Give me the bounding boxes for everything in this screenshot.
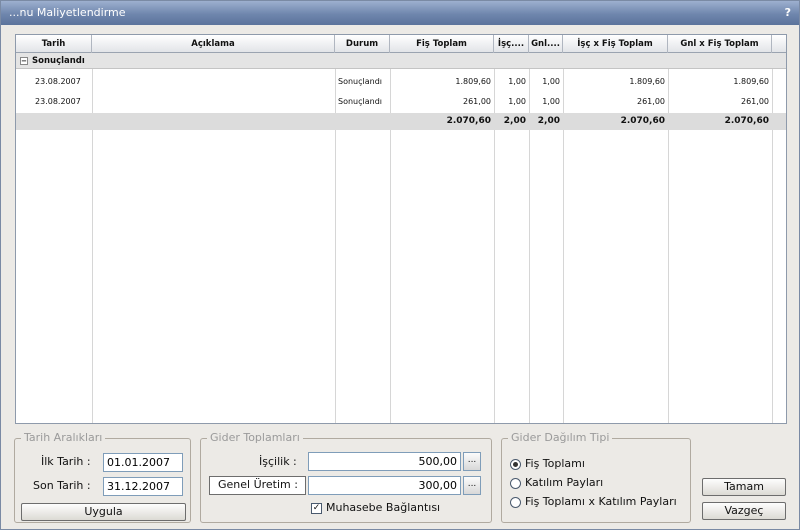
cell-aciklama <box>92 73 335 90</box>
column-header-iscilik[interactable]: İşç.... <box>494 35 529 53</box>
column-header-tarih[interactable]: Tarih <box>16 35 92 53</box>
window-title: ...nu Maliyetlendirme <box>9 6 126 19</box>
radio-label-fis-x-katilim: Fiş Toplamı x Katılım Payları <box>525 495 677 508</box>
expense-totals-legend: Gider Toplamları <box>207 432 303 444</box>
column-header-aciklama[interactable]: Açıklama <box>92 35 335 53</box>
radio-katilim-paylari[interactable] <box>510 478 521 489</box>
accounting-label: Muhasebe Bağlantısı <box>326 501 441 514</box>
cell-fis-toplam: 1.809,60 <box>455 77 491 86</box>
radio-fis-toplami[interactable] <box>510 459 521 470</box>
apply-button[interactable]: Uygula <box>21 503 186 521</box>
general-production-label: Genel Üretim : <box>218 478 298 491</box>
labor-label: İşçilik : <box>259 455 297 468</box>
cell-durum: Sonuçlandı <box>338 77 383 86</box>
radio-label-fis-toplami: Fiş Toplamı <box>525 457 585 470</box>
start-date-input[interactable] <box>103 453 183 472</box>
end-date-label: Son Tarih : <box>33 479 91 492</box>
grid-header: Tarih Açıklama Durum Fiş Toplam İşç.... … <box>16 35 786 53</box>
accounting-checkbox[interactable]: ✓ <box>311 503 322 514</box>
column-header-isc-x-fis[interactable]: İşç x Fiş Toplam <box>563 35 668 53</box>
cell-tarih: 23.08.2007 <box>35 97 81 106</box>
cell-tarih: 23.08.2007 <box>35 77 81 86</box>
cell-isc-x-fis: 1.809,60 <box>629 77 665 86</box>
cell-gnl-x-fis: 261,00 <box>741 97 769 106</box>
general-ellipsis-button[interactable]: ... <box>463 476 481 495</box>
distribution-legend: Gider Dağılım Tipi <box>508 432 613 444</box>
cell-aciklama <box>92 93 335 110</box>
column-header-gnl-x-fis[interactable]: Gnl x Fiş Toplam <box>668 35 772 53</box>
total-iscilik: 2,00 <box>503 116 526 126</box>
cell-fis-toplam: 261,00 <box>463 97 491 106</box>
date-range-legend: Tarih Aralıkları <box>21 432 106 444</box>
table-row[interactable]: 23.08.2007 Sonuçlandı 1.809,60 1,00 1,00… <box>16 73 786 90</box>
total-fis-toplam: 2.070,60 <box>446 116 491 126</box>
labor-ellipsis-button[interactable]: ... <box>463 452 481 471</box>
start-date-label: İlk Tarih : <box>41 455 91 468</box>
group-label: Sonuçlandı <box>32 56 85 66</box>
labor-input[interactable] <box>308 452 461 471</box>
cell-gnl-x-fis: 1.809,60 <box>733 77 769 86</box>
cell-genel: 1,00 <box>542 97 560 106</box>
column-header-genel[interactable]: Gnl.... <box>529 35 563 53</box>
cell-iscilik: 1,00 <box>508 77 526 86</box>
cell-durum: Sonuçlandı <box>338 97 383 106</box>
totals-row: 2.070,60 2,00 2,00 2.070,60 2.070,60 <box>16 113 786 130</box>
general-production-input[interactable] <box>308 476 461 495</box>
help-icon[interactable]: ? <box>785 1 791 25</box>
cell-genel: 1,00 <box>542 77 560 86</box>
ok-button[interactable]: Tamam <box>702 478 786 496</box>
distribution-type-group: Gider Dağılım Tipi Fiş Toplamı Katılım P… <box>501 432 691 523</box>
column-header-fis-toplam[interactable]: Fiş Toplam <box>390 35 494 53</box>
table-row[interactable]: 23.08.2007 Sonuçlandı 261,00 1,00 1,00 2… <box>16 93 786 110</box>
costing-window: ...nu Maliyetlendirme ? Tarih Açıklama D… <box>0 0 800 530</box>
cancel-button[interactable]: Vazgeç <box>702 502 786 520</box>
date-range-group: Tarih Aralıkları İlk Tarih : Son Tarih :… <box>14 432 191 523</box>
radio-label-katilim-paylari: Katılım Payları <box>525 476 604 489</box>
total-genel: 2,00 <box>537 116 560 126</box>
end-date-input[interactable] <box>103 477 183 496</box>
window-titlebar[interactable]: ...nu Maliyetlendirme ? <box>1 1 799 25</box>
total-gnl-x-fis: 2.070,60 <box>724 116 769 126</box>
total-isc-x-fis: 2.070,60 <box>620 116 665 126</box>
radio-fis-x-katilim[interactable] <box>510 497 521 508</box>
expense-grid[interactable]: Tarih Açıklama Durum Fiş Toplam İşç.... … <box>15 34 787 424</box>
cell-isc-x-fis: 261,00 <box>637 97 665 106</box>
cell-iscilik: 1,00 <box>508 97 526 106</box>
expense-totals-group: Gider Toplamları İşçilik : ... Genel Üre… <box>200 432 492 523</box>
collapse-icon[interactable]: − <box>20 57 28 65</box>
column-header-durum[interactable]: Durum <box>335 35 390 53</box>
group-row-sonuclandi[interactable]: − Sonuçlandı <box>16 53 786 69</box>
